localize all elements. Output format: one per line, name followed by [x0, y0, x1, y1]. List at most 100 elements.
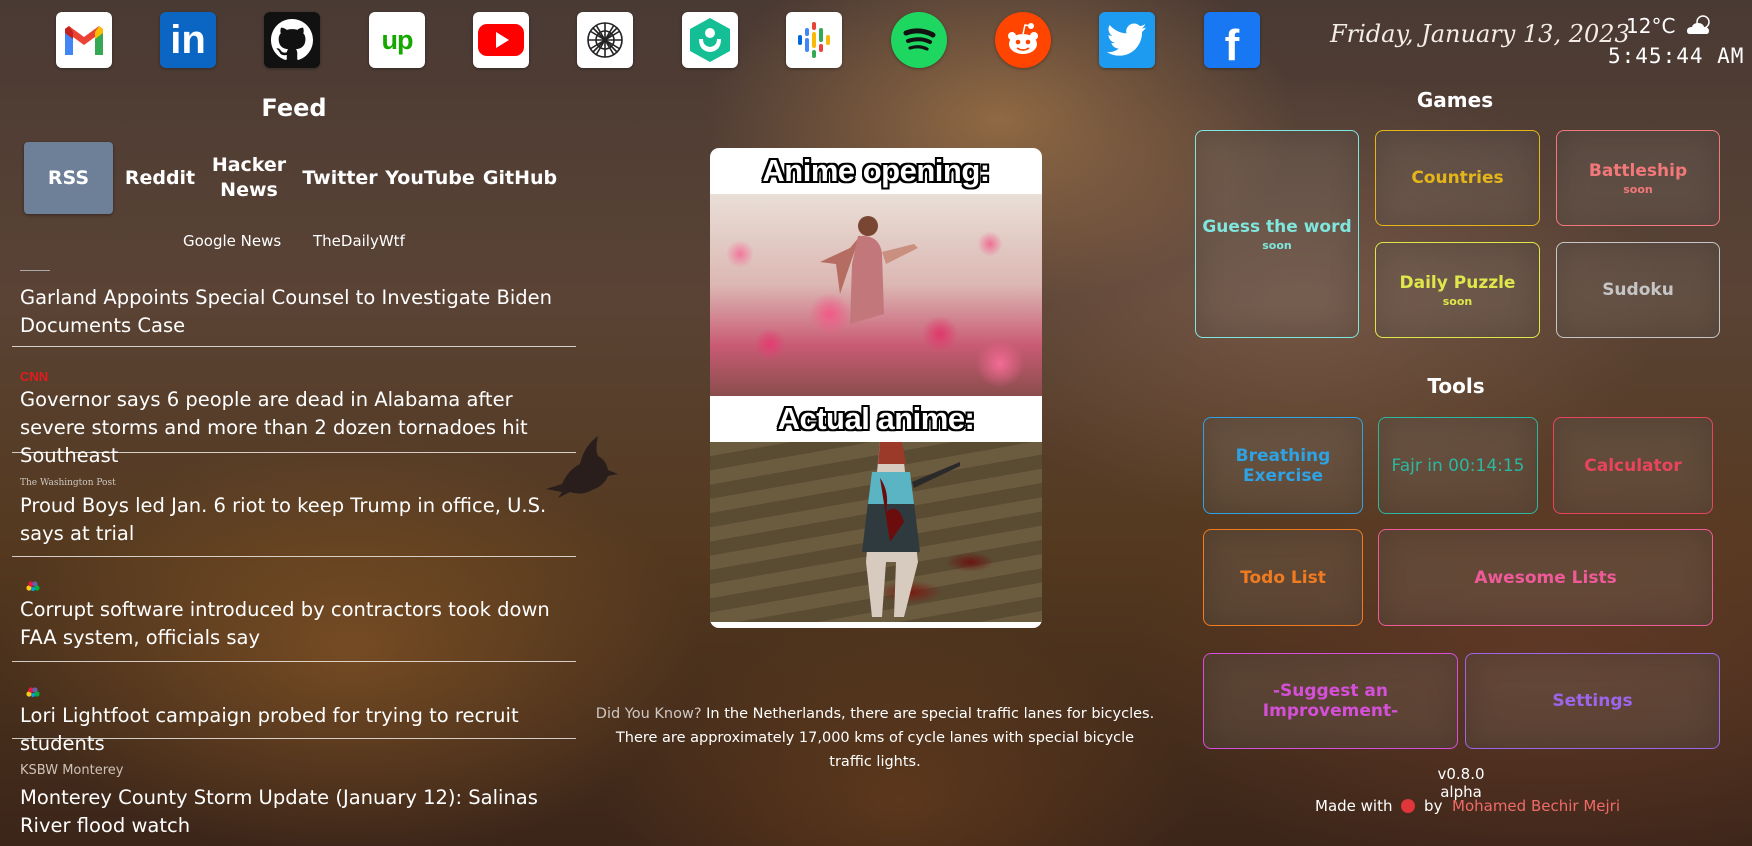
tool-label: Calculator: [1584, 455, 1682, 476]
news-title[interactable]: Monterey County Storm Update (January 12…: [20, 784, 576, 840]
spotify-logo: [903, 28, 936, 51]
meme-image-actual: [710, 442, 1042, 622]
tool-label: Todo List: [1240, 567, 1326, 588]
twitter-logo: [1107, 23, 1147, 56]
meme-image-opening: [710, 194, 1042, 396]
facebook-glyph: f: [1224, 21, 1240, 70]
by-text: by: [1424, 797, 1443, 815]
news-title[interactable]: Corrupt software introduced by contracto…: [20, 596, 576, 652]
gmail-icon[interactable]: [56, 12, 112, 68]
upwork-icon[interactable]: up: [369, 12, 425, 68]
crow-silhouette: [546, 436, 618, 498]
gmail-logo: [65, 26, 103, 55]
tool-todo-list[interactable]: Todo List: [1203, 529, 1363, 626]
made-with-text: Made with: [1315, 797, 1393, 815]
news-item: CNN Governor says 6 people are dead in A…: [12, 369, 576, 467]
linkedin-glyph: in: [170, 17, 206, 62]
openai-logo: [587, 22, 623, 58]
news-item: The Washington Post Proud Boys led Jan. …: [12, 476, 576, 557]
heart-icon: [1401, 799, 1416, 813]
news-title[interactable]: Proud Boys led Jan. 6 riot to keep Trump…: [20, 492, 576, 548]
game-daily-puzzle[interactable]: Daily Puzzle soon: [1375, 242, 1540, 338]
tab-youtube[interactable]: YouTube: [385, 142, 474, 214]
settings-button[interactable]: Settings: [1465, 653, 1720, 749]
tool-label: Awesome Lists: [1474, 567, 1617, 588]
did-you-know-text-line1: In the Netherlands, there are special tr…: [706, 706, 1155, 722]
news-item: Lori Lightfoot campaign probed for tryin…: [12, 686, 576, 755]
news-item: KSBW Monterey Monterey County Storm Upda…: [12, 764, 576, 846]
partly-cloudy-icon: [1686, 15, 1710, 34]
tool-calculator[interactable]: Calculator: [1553, 417, 1713, 514]
did-you-know-text-line2: There are approximately 17,000 kms of cy…: [615, 730, 1135, 746]
upwork-glyph: up: [381, 24, 414, 55]
tab-hacker-news[interactable]: Hacker News: [208, 142, 290, 214]
subtab-google-news[interactable]: Google News: [183, 232, 281, 250]
news-source-ksbw: KSBW Monterey: [20, 763, 124, 778]
soon-badge: soon: [1623, 182, 1653, 196]
game-countries[interactable]: Countries: [1375, 130, 1540, 226]
did-you-know: Did You Know? In the Netherlands, there …: [590, 702, 1160, 774]
weather-widget[interactable]: 12°C: [1626, 14, 1714, 38]
game-label: Sudoku: [1602, 280, 1674, 300]
youtube-logo: [478, 24, 524, 56]
news-item: Corrupt software introduced by contracto…: [12, 580, 576, 662]
tools-title: Tools: [1427, 374, 1485, 398]
meme-card[interactable]: Anime opening: Actual anime:: [710, 148, 1042, 628]
tab-reddit[interactable]: Reddit: [122, 142, 198, 214]
tab-github[interactable]: GitHub: [482, 142, 558, 214]
suggest-improvement-button[interactable]: -Suggest an Improvement-: [1203, 653, 1458, 749]
made-with-credit: Made with by Mohamed Bechir Mejri: [1315, 797, 1620, 815]
subtab-thedailywtf[interactable]: TheDailyWtf: [313, 232, 405, 250]
khan-academy-logo: [690, 18, 730, 62]
tool-label: Fajr in 00:14:15: [1391, 455, 1525, 476]
game-label: Countries: [1411, 168, 1504, 188]
tool-awesome-lists[interactable]: Awesome Lists: [1378, 529, 1713, 626]
facebook-icon[interactable]: f: [1204, 12, 1260, 70]
google-podcasts-logo: [798, 22, 830, 58]
author-link[interactable]: Mohamed Bechir Mejri: [1452, 797, 1620, 815]
news-source-washington-post: The Washington Post: [20, 478, 116, 488]
games-title: Games: [1416, 88, 1494, 112]
current-date: Friday, January 13, 2023: [1330, 20, 1630, 48]
game-sudoku[interactable]: Sudoku: [1556, 242, 1720, 338]
did-you-know-text-line3: traffic lights.: [829, 754, 921, 770]
clock: 5:45:44 AM: [1608, 44, 1745, 68]
spotify-icon[interactable]: [891, 12, 947, 68]
twitter-icon[interactable]: [1099, 12, 1155, 68]
game-battleship[interactable]: Battleship soon: [1556, 130, 1720, 226]
khan-academy-icon[interactable]: [682, 12, 738, 68]
meme-bottom-caption: Actual anime:: [777, 401, 975, 436]
reddit-logo: [1008, 23, 1038, 54]
news-title[interactable]: Governor says 6 people are dead in Alaba…: [20, 386, 576, 470]
tab-rss[interactable]: RSS: [24, 142, 113, 214]
tool-prayer-time[interactable]: Fajr in 00:14:15: [1378, 417, 1538, 514]
soon-badge: soon: [1262, 238, 1292, 252]
youtube-icon[interactable]: [473, 12, 529, 68]
game-label: Daily Puzzle: [1399, 272, 1516, 293]
reddit-icon[interactable]: [995, 12, 1051, 68]
temperature: 12°C: [1626, 14, 1676, 38]
linkedin-icon[interactable]: in: [160, 12, 216, 68]
tool-label: Settings: [1552, 691, 1633, 711]
tool-label: Breathing Exercise: [1235, 445, 1331, 486]
news-source: [12, 270, 576, 274]
news-source-cnn: CNN: [20, 369, 49, 384]
google-podcasts-icon[interactable]: [786, 12, 842, 68]
news-title[interactable]: Garland Appoints Special Counsel to Inve…: [20, 284, 576, 340]
nbc-peacock-icon: [26, 580, 576, 594]
game-guess-the-word[interactable]: Guess the word soon: [1195, 130, 1359, 338]
feed-title: Feed: [261, 94, 327, 122]
game-label: Battleship: [1588, 160, 1688, 181]
github-icon[interactable]: [264, 12, 320, 68]
openai-icon[interactable]: [577, 12, 633, 68]
meme-top-caption: Anime opening:: [762, 153, 990, 188]
nbc-peacock-icon: [26, 686, 576, 700]
tool-breathing-exercise[interactable]: Breathing Exercise: [1203, 417, 1363, 514]
news-title[interactable]: Lori Lightfoot campaign probed for tryin…: [20, 702, 576, 758]
news-item: Garland Appoints Special Counsel to Inve…: [12, 270, 576, 347]
soon-badge: soon: [1442, 294, 1473, 308]
tool-label: -Suggest an Improvement-: [1262, 681, 1399, 721]
game-label: Guess the word: [1202, 216, 1352, 237]
tab-twitter[interactable]: Twitter: [300, 142, 380, 214]
github-logo: [271, 19, 313, 60]
